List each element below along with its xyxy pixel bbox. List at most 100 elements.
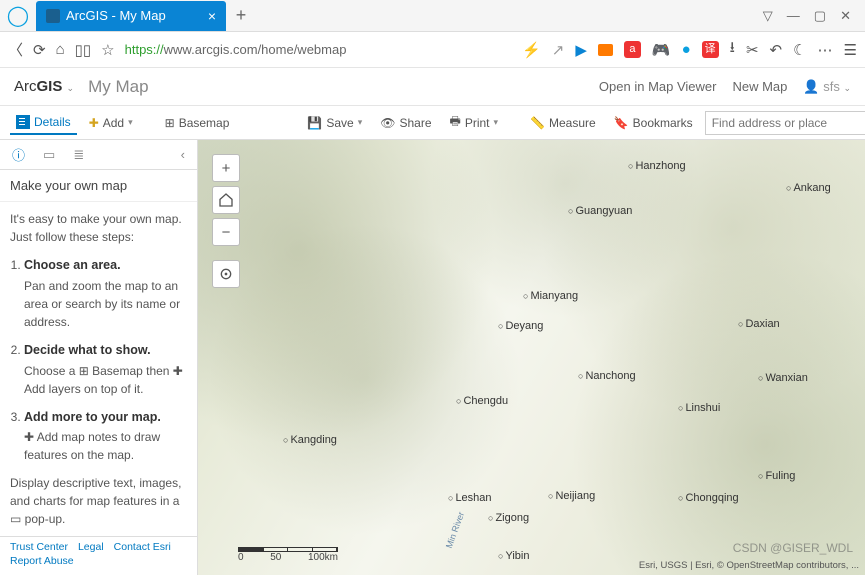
- filter-icon[interactable]: ▽: [763, 8, 773, 24]
- add-label: Add: [103, 116, 124, 130]
- window-maximize[interactable]: ▢: [814, 8, 826, 24]
- main: ⓘ ▭ ≣ ‹ Make your own map It's easy to m…: [0, 140, 865, 575]
- step-item: Choose an area.Pan and zoom the map to a…: [24, 256, 187, 331]
- step-heading: Choose an area.: [24, 258, 121, 272]
- reload-icon[interactable]: ⟳: [33, 41, 46, 59]
- user-menu[interactable]: 👤 sfs ⌄: [803, 79, 851, 95]
- default-extent-button[interactable]: [212, 186, 240, 214]
- moon-icon[interactable]: ☾: [793, 41, 806, 59]
- toolbar-icons: ⚡ ↗ ▶ a 🎮 ● 译 ⭳ ✂ ↶ ☾ ⋯ ☰: [522, 37, 857, 62]
- add-icon: ✚: [89, 116, 99, 130]
- legend-tab-icon[interactable]: ≣: [73, 147, 84, 163]
- bookmarks-button[interactable]: 🔖Bookmarks: [608, 112, 699, 134]
- print-icon: 🖶: [450, 112, 461, 133]
- bookmark-icon: 🔖: [614, 116, 629, 130]
- brand-gis: GIS: [37, 78, 63, 95]
- details-button[interactable]: Details: [10, 111, 77, 135]
- collapse-panel-icon[interactable]: ‹: [181, 147, 185, 162]
- scale-50: 50: [270, 552, 281, 563]
- footer-link[interactable]: Contact Esri: [114, 541, 171, 553]
- share-button[interactable]: 👁Share: [374, 112, 437, 134]
- zoom-in-button[interactable]: +: [212, 154, 240, 182]
- cut-icon[interactable]: ✂: [746, 41, 759, 59]
- tab-close-icon[interactable]: ×: [208, 8, 216, 24]
- city-label: Linshui: [678, 402, 720, 414]
- step-text: Choose a ⊞ Basemap then ✚ Add layers on …: [24, 362, 187, 398]
- search-box[interactable]: 🔍: [705, 111, 865, 135]
- share-link-icon: 👁: [380, 116, 395, 130]
- side-panel-title: Make your own map: [0, 170, 197, 202]
- window-close[interactable]: ✕: [840, 8, 851, 24]
- new-map-link[interactable]: New Map: [732, 79, 787, 94]
- map-toolbar: Details ✚Add ▾ ⊞Basemap 💾Save ▾ 👁Share 🖶…: [0, 106, 865, 140]
- browser-tab[interactable]: ArcGIS - My Map ×: [36, 1, 226, 31]
- undo-icon[interactable]: ↶: [770, 41, 783, 59]
- window-minimize[interactable]: —: [787, 8, 800, 24]
- window-controls: ▽ — ▢ ✕: [749, 8, 865, 24]
- intro-text: It's easy to make your own map. Just fol…: [10, 210, 187, 246]
- browser-tab-strip: ◯ ArcGIS - My Map × + ▽ — ▢ ✕: [0, 0, 865, 32]
- home-icon[interactable]: ⌂: [56, 41, 65, 58]
- star-icon[interactable]: ☆: [101, 41, 114, 59]
- user-caret-icon: ⌄: [843, 83, 851, 93]
- basemap-button[interactable]: ⊞Basemap: [159, 112, 236, 134]
- new-tab-button[interactable]: +: [226, 5, 256, 26]
- share-icon[interactable]: ↗: [552, 41, 565, 59]
- about-tab-icon[interactable]: ⓘ: [12, 145, 25, 164]
- step-heading: Add more to your map.: [24, 410, 161, 424]
- orange-tile-icon[interactable]: [598, 44, 613, 56]
- brand-caret-icon: ⌄: [67, 83, 75, 93]
- footer-link[interactable]: Legal: [78, 541, 104, 553]
- city-label: Kangding: [283, 434, 337, 446]
- reader-icon[interactable]: ▯▯: [75, 41, 92, 59]
- scale-bar: 0 50 100km: [238, 547, 338, 563]
- extra-text: Display descriptive text, images, and ch…: [10, 474, 187, 528]
- game-icon[interactable]: 🎮: [652, 41, 671, 59]
- steps-list: Choose an area.Pan and zoom the map to a…: [10, 256, 187, 464]
- save-button[interactable]: 💾Save ▾: [301, 112, 368, 134]
- blue-dot-icon[interactable]: ●: [682, 41, 691, 58]
- print-button[interactable]: 🖶Print ▾: [444, 108, 505, 137]
- translate-icon[interactable]: 译: [702, 41, 719, 58]
- measure-button[interactable]: 📏Measure: [524, 112, 602, 134]
- content-tab-icon[interactable]: ▭: [43, 147, 55, 163]
- map-attribution: Esri, USGS | Esri, © OpenStreetMap contr…: [639, 560, 859, 571]
- footer-link[interactable]: Report Abuse: [10, 555, 74, 567]
- arcgis-header: ArcGIS ⌄ My Map Open in Map Viewer New M…: [0, 68, 865, 106]
- city-label: Daxian: [738, 318, 780, 330]
- url-field[interactable]: https://www.arcgis.com/home/webmap: [125, 42, 347, 57]
- back-icon[interactable]: 〈: [8, 39, 23, 60]
- menu-icon[interactable]: ☰: [844, 41, 857, 59]
- side-footer: Trust Center Legal Contact Esri Report Abus…: [0, 536, 197, 571]
- play-icon[interactable]: ▶: [575, 41, 587, 59]
- city-label: Ankang: [786, 182, 831, 194]
- step-item: Add more to your map. ✚ Add map notes to …: [24, 408, 187, 465]
- step-item: Decide what to show.Choose a ⊞ Basemap t…: [24, 341, 187, 398]
- address-bar: 〈 ⟳ ⌂ ▯▯ ☆ https://www.arcgis.com/home/w…: [0, 32, 865, 68]
- city-label: Fuling: [758, 470, 795, 482]
- city-label: Deyang: [498, 320, 543, 332]
- step-text: ✚ Add map notes to draw features on the …: [24, 428, 187, 464]
- red-a-icon[interactable]: a: [624, 41, 641, 58]
- zoom-out-button[interactable]: −: [212, 218, 240, 246]
- footer-link[interactable]: Trust Center: [10, 541, 68, 553]
- city-label: Neijiang: [548, 490, 595, 502]
- browser-app-icon: ◯: [0, 0, 36, 32]
- city-label: Guangyuan: [568, 205, 632, 217]
- more-icon[interactable]: ⋯: [818, 41, 833, 59]
- flash-icon[interactable]: ⚡: [522, 41, 541, 59]
- search-input[interactable]: [706, 116, 865, 130]
- add-button[interactable]: ✚Add ▾: [83, 112, 139, 134]
- page-title: My Map: [88, 77, 148, 97]
- download-icon[interactable]: ⭳: [730, 37, 735, 62]
- tab-favicon: [46, 9, 60, 23]
- map-canvas[interactable]: + − Hanzhong Ankang Guangyuan Mianyang Deyan…: [198, 140, 865, 575]
- brand[interactable]: ArcGIS ⌄: [14, 78, 74, 95]
- url-rest: www.arcgis.com/home/webmap: [164, 42, 347, 57]
- city-label: Nanchong: [578, 370, 636, 382]
- city-label: Zigong: [488, 512, 529, 524]
- city-label: Mianyang: [523, 290, 578, 302]
- open-in-viewer-link[interactable]: Open in Map Viewer: [599, 79, 717, 94]
- city-label: Hanzhong: [628, 160, 686, 172]
- locate-button[interactable]: [212, 260, 240, 288]
